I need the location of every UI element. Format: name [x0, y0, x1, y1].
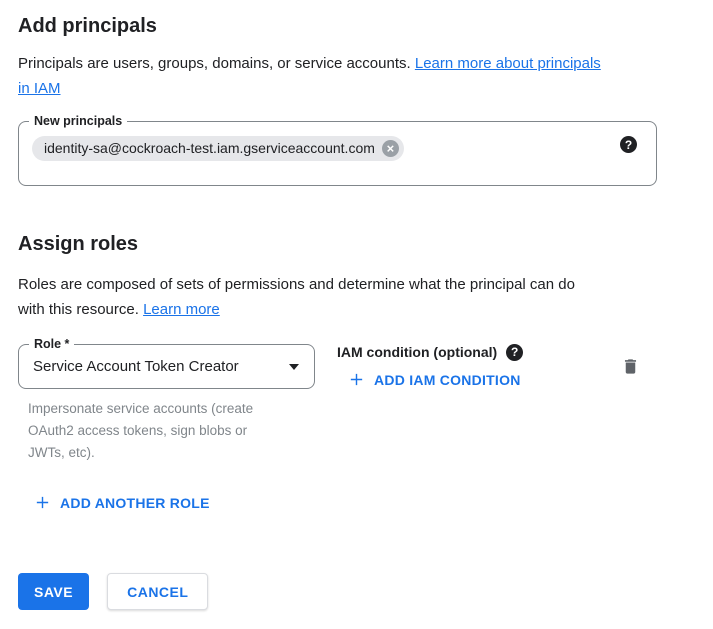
- help-icon[interactable]: ?: [506, 344, 523, 361]
- plus-icon: [348, 371, 365, 388]
- assign-roles-title: Assign roles: [18, 232, 695, 256]
- learn-more-link[interactable]: Learn more: [143, 301, 220, 318]
- delete-role-button[interactable]: [621, 356, 640, 377]
- role-helper-text: Impersonate service accounts (create OAu…: [28, 398, 286, 464]
- principal-chip-value: identity-sa@cockroach-test.iam.gservicea…: [44, 136, 375, 161]
- intro-paragraph: Principals are users, groups, domains, o…: [18, 51, 693, 101]
- role-row: Role * Service Account Token Creator Imp…: [18, 344, 713, 464]
- dialog-actions: SAVE CANCEL: [18, 573, 713, 610]
- trash-icon: [621, 356, 640, 377]
- role-column: Role * Service Account Token Creator Imp…: [18, 344, 315, 464]
- new-principals-field[interactable]: New principals identity-sa@cockroach-tes…: [18, 121, 657, 186]
- page-title: Add principals: [0, 0, 713, 38]
- roles-description: Roles are composed of sets of permission…: [18, 272, 693, 322]
- role-label: Role *: [29, 336, 74, 353]
- role-select[interactable]: Role * Service Account Token Creator: [18, 344, 315, 389]
- cancel-button[interactable]: CANCEL: [107, 573, 208, 610]
- close-icon[interactable]: ×: [382, 140, 399, 157]
- add-iam-condition-button[interactable]: ADD IAM CONDITION: [348, 371, 521, 388]
- new-principals-label: New principals: [29, 113, 127, 130]
- plus-icon: [34, 494, 51, 511]
- save-button[interactable]: SAVE: [18, 573, 89, 610]
- role-selected-value: Service Account Token Creator: [33, 358, 239, 375]
- iam-condition-column: IAM condition (optional) ? ADD IAM CONDI…: [337, 344, 523, 393]
- iam-condition-label: IAM condition (optional): [337, 342, 497, 362]
- help-icon[interactable]: ?: [620, 136, 637, 153]
- add-principals-dialog: Add principals Principals are users, gro…: [0, 0, 713, 629]
- intro-text: Principals are users, groups, domains, o…: [18, 55, 411, 72]
- add-another-role-button[interactable]: ADD ANOTHER ROLE: [34, 494, 210, 511]
- arrow-drop-down-icon: [289, 364, 299, 370]
- principal-chip: identity-sa@cockroach-test.iam.gservicea…: [32, 136, 404, 161]
